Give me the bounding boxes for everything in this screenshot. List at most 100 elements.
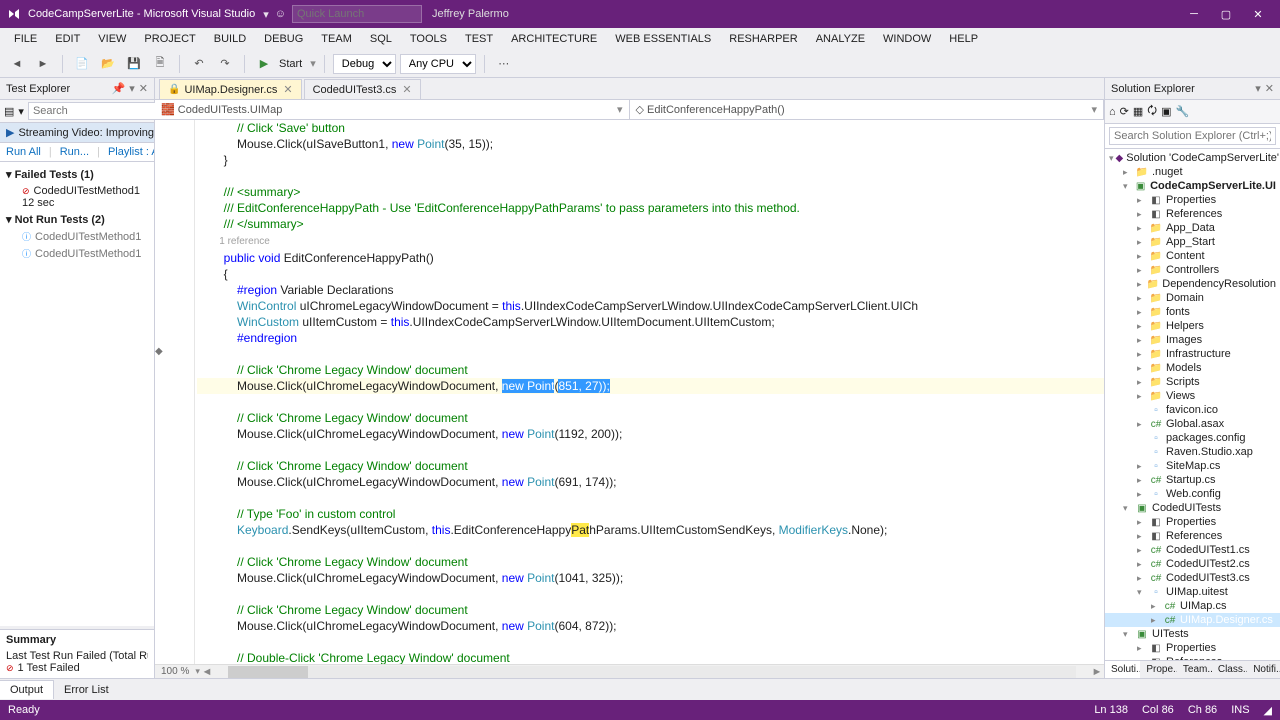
solution-node[interactable]: ▸📁Images <box>1105 333 1280 347</box>
nav-type-combo[interactable]: 🧱 CodedUITests.UIMap▾ <box>155 100 630 119</box>
solution-node[interactable]: ▸▫Web.config <box>1105 487 1280 501</box>
solution-node[interactable]: ▸c#UIMap.cs <box>1105 599 1280 613</box>
se-collapse-button[interactable]: ▣ <box>1161 105 1171 118</box>
menu-help[interactable]: HELP <box>941 31 986 47</box>
test-item[interactable]: ⓘCodedUITestMethod1 <box>6 228 148 245</box>
menu-view[interactable]: VIEW <box>90 31 134 47</box>
solution-node[interactable]: ▸📁Controllers <box>1105 263 1280 277</box>
solution-node[interactable]: ▸📁Helpers <box>1105 319 1280 333</box>
solution-node[interactable]: ▸◧Properties <box>1105 641 1280 655</box>
se-search-input[interactable] <box>1109 127 1276 145</box>
close-button[interactable]: ✕ <box>1242 4 1274 24</box>
scroll-thumb[interactable] <box>228 666 308 678</box>
quick-launch[interactable] <box>292 5 422 23</box>
solution-root[interactable]: ▾◆Solution 'CodeCampServerLite' (3 proje… <box>1105 151 1280 165</box>
pin-icon[interactable]: 📌 <box>112 82 126 95</box>
bottom-tab-output[interactable]: Output <box>0 680 54 699</box>
right-tab[interactable]: Soluti... <box>1105 661 1140 678</box>
solution-node[interactable]: ▸📁Infrastructure <box>1105 347 1280 361</box>
save-button[interactable]: 💾 <box>123 53 145 75</box>
solution-node[interactable]: ▫packages.config <box>1105 431 1280 445</box>
solution-node[interactable]: ▾▫UIMap.uitest <box>1105 585 1280 599</box>
solution-node[interactable]: ▸📁Scripts <box>1105 375 1280 389</box>
se-props-button[interactable]: 🔧 <box>1176 105 1190 118</box>
solution-node[interactable]: ▸📁App_Start <box>1105 235 1280 249</box>
menu-team[interactable]: TEAM <box>313 31 360 47</box>
signed-in-user[interactable]: Jeffrey Palermo <box>432 8 509 20</box>
solution-node[interactable]: ▸📁Models <box>1105 361 1280 375</box>
solution-node[interactable]: ▸◧References <box>1105 529 1280 543</box>
start-button[interactable]: ▶ <box>253 53 275 75</box>
zoom-level[interactable]: 100 % <box>155 666 195 677</box>
solution-node[interactable]: ▸c#CodedUITest3.cs <box>1105 571 1280 585</box>
menu-project[interactable]: PROJECT <box>136 31 203 47</box>
doc-tab[interactable]: 🔒UIMap.Designer.cs✕ <box>159 79 302 99</box>
solution-node[interactable]: ▸c#CodedUITest2.cs <box>1105 557 1280 571</box>
solution-node[interactable]: ▸📁App_Data <box>1105 221 1280 235</box>
test-group[interactable]: ▾ Failed Tests (1) <box>6 166 148 183</box>
solution-node[interactable]: ▸📁DependencyResolution <box>1105 277 1280 291</box>
solution-node[interactable]: ▸c#CodedUITest1.cs <box>1105 543 1280 557</box>
te-link[interactable]: Run... <box>60 146 89 158</box>
te-link[interactable]: Run All <box>6 146 41 158</box>
solution-node[interactable]: ▸c#Startup.cs <box>1105 473 1280 487</box>
solution-node[interactable]: ▫Raven.Studio.xap <box>1105 445 1280 459</box>
close-panel-icon[interactable]: ✕ <box>139 82 148 95</box>
solution-node[interactable]: ▾▣CodedUITests <box>1105 501 1280 515</box>
solution-node[interactable]: ▸◧Properties <box>1105 193 1280 207</box>
start-label[interactable]: Start <box>279 58 302 70</box>
solution-node[interactable]: ▸◧References <box>1105 207 1280 221</box>
solution-node[interactable]: ▸📁.nuget <box>1105 165 1280 179</box>
close-tab-icon[interactable]: ✕ <box>283 83 292 96</box>
se-close-icon[interactable]: ✕ <box>1265 82 1274 95</box>
quick-launch-input[interactable] <box>292 5 422 23</box>
solution-node[interactable]: ▸c#UIMap.Designer.cs <box>1105 613 1280 627</box>
se-showall-button[interactable]: ▦ <box>1133 105 1143 118</box>
nav-back-button[interactable]: ◄ <box>6 53 28 75</box>
test-tree[interactable]: ▾ Failed Tests (1)⊘CodedUITestMethod1 12… <box>0 162 154 626</box>
platform-combo[interactable]: Any CPU <box>400 54 476 74</box>
test-group[interactable]: ▾ Not Run Tests (2) <box>6 211 148 228</box>
close-tab-icon[interactable]: ✕ <box>402 83 411 96</box>
maximize-button[interactable]: ▢ <box>1210 4 1242 24</box>
te-run-button[interactable]: ▾ <box>18 105 24 118</box>
status-resize-icon[interactable]: ◢ <box>1264 704 1272 717</box>
right-tab[interactable]: Notifi... <box>1247 661 1280 678</box>
menu-sql[interactable]: SQL <box>362 31 400 47</box>
menu-resharper[interactable]: RESHARPER <box>721 31 805 47</box>
menu-web essentials[interactable]: WEB ESSENTIALS <box>607 31 719 47</box>
code-editor[interactable]: ◆ // Click 'Save' button Mouse.Click(uIS… <box>155 120 1104 664</box>
te-group-button[interactable]: ▤ <box>4 105 14 118</box>
menu-window[interactable]: WINDOW <box>875 31 939 47</box>
solution-tree[interactable]: ▾◆Solution 'CodeCampServerLite' (3 proje… <box>1105 149 1280 660</box>
solution-node[interactable]: ▸📁fonts <box>1105 305 1280 319</box>
se-home-button[interactable]: ⌂ <box>1109 106 1116 118</box>
notification-icon[interactable]: ▾ <box>263 8 269 21</box>
open-button[interactable]: 📂 <box>97 53 119 75</box>
nav-fwd-button[interactable]: ► <box>32 53 54 75</box>
menu-edit[interactable]: EDIT <box>47 31 88 47</box>
solution-node[interactable]: ▾▣UITests <box>1105 627 1280 641</box>
te-stream-banner[interactable]: ▶ Streaming Video: Improving … ▾ <box>0 123 154 143</box>
solution-node[interactable]: ▾▣CodeCampServerLite.UI <box>1105 179 1280 193</box>
nav-member-combo[interactable]: ◇ EditConferenceHappyPath()▾ <box>630 100 1105 119</box>
solution-node[interactable]: ▸◧Properties <box>1105 515 1280 529</box>
menu-test[interactable]: TEST <box>457 31 501 47</box>
right-tab[interactable]: Prope... <box>1140 661 1177 678</box>
panel-menu-icon[interactable]: ▾ <box>129 82 135 95</box>
scroll-right-arrow[interactable]: ► <box>1090 666 1104 678</box>
menu-analyze[interactable]: ANALYZE <box>808 31 873 47</box>
menu-file[interactable]: FILE <box>6 31 45 47</box>
te-link[interactable]: Playlist : All … <box>108 146 154 158</box>
minimize-button[interactable]: ─ <box>1178 4 1210 24</box>
solution-node[interactable]: ▫favicon.ico <box>1105 403 1280 417</box>
bottom-tab-error-list[interactable]: Error List <box>54 681 119 699</box>
solution-node[interactable]: ▸📁Content <box>1105 249 1280 263</box>
undo-button[interactable]: ↶ <box>188 53 210 75</box>
right-tab[interactable]: Class... <box>1212 661 1247 678</box>
editor-h-scrollbar[interactable]: 100 % ▾ ◄ ► <box>155 664 1104 678</box>
new-project-button[interactable]: 📄 <box>71 53 93 75</box>
menu-architecture[interactable]: ARCHITECTURE <box>503 31 605 47</box>
se-sync-button[interactable]: ⟳ <box>1120 105 1129 118</box>
feedback-icon[interactable]: ☺ <box>275 8 286 20</box>
